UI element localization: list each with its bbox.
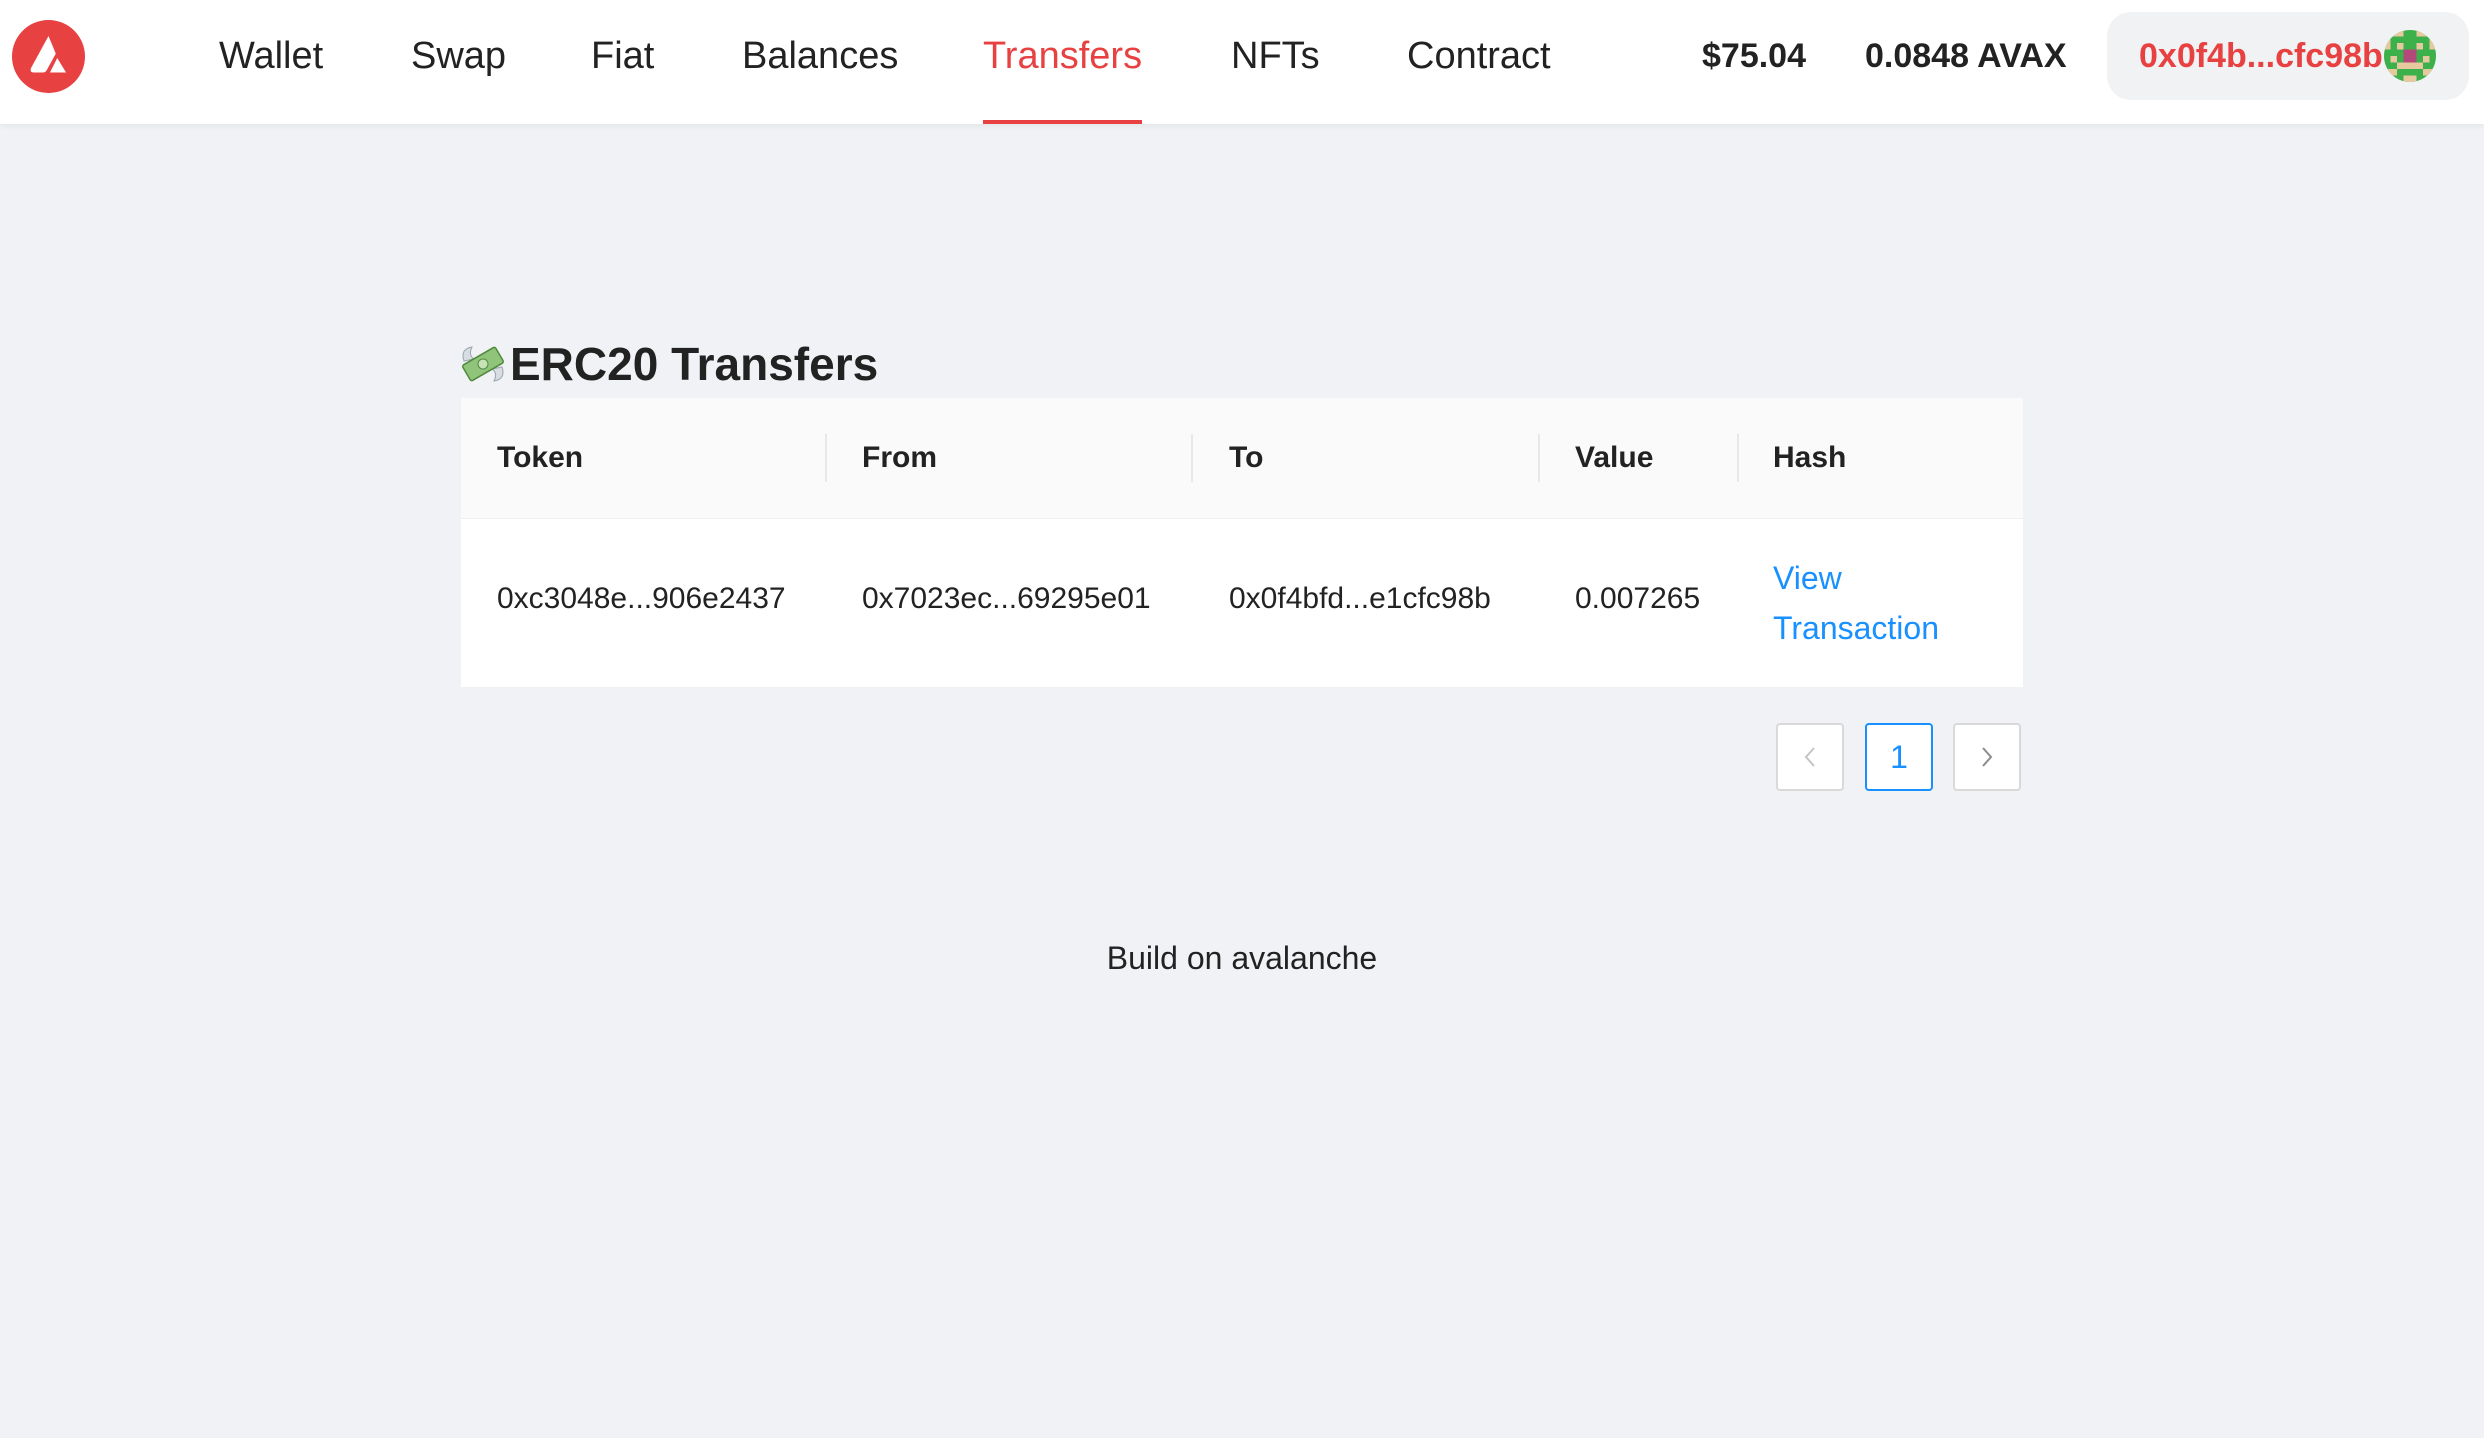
account-button[interactable]: 0x0f4b...cfc98b <box>2107 12 2469 100</box>
usd-balance: $75.04 <box>1702 37 1806 75</box>
avalanche-logo-icon[interactable] <box>12 20 85 93</box>
cell-value: 0.007265 <box>1575 582 1701 615</box>
nav-fiat[interactable]: Fiat <box>591 0 654 124</box>
top-header: Wallet Swap Fiat Balances Transfers NFTs… <box>0 0 2484 124</box>
transfers-table: Token From To Value Hash 0xc3048e...906e… <box>461 398 2023 687</box>
cell-to: 0x0f4bfd...e1cfc98b <box>1229 582 1491 615</box>
column-header-from: From <box>862 441 937 474</box>
column-header-hash: Hash <box>1773 441 1847 474</box>
footer-text: Build on avalanche <box>1106 940 1378 976</box>
table-row: 0xc3048e...906e2437 0x7023ec...69295e01 … <box>461 519 2023 687</box>
view-transaction-link-line2: Transaction <box>1773 610 1939 646</box>
column-divider <box>1191 434 1193 482</box>
avax-balance: 0.0848 AVAX <box>1865 37 2067 75</box>
pagination-page-1[interactable]: 1 <box>1865 723 1933 791</box>
column-divider <box>825 434 827 482</box>
section-title-text: ERC20 Transfers <box>510 338 879 390</box>
pagination-next-button[interactable] <box>1953 723 2021 791</box>
column-header-to: To <box>1229 441 1264 474</box>
chevron-left-icon <box>1804 747 1815 767</box>
view-transaction-link-line1: View <box>1773 560 1842 596</box>
column-header-value: Value <box>1575 441 1654 474</box>
chevron-right-icon <box>1982 747 1993 767</box>
column-divider <box>1737 434 1739 482</box>
cell-from: 0x7023ec...69295e01 <box>862 582 1151 615</box>
view-transaction-link[interactable]: View Transaction <box>1773 553 1973 653</box>
column-header-token: Token <box>497 441 584 474</box>
nav-swap[interactable]: Swap <box>411 0 506 124</box>
nav-transfers[interactable]: Transfers <box>983 0 1143 124</box>
column-divider <box>1538 434 1540 482</box>
nav-contract[interactable]: Contract <box>1407 0 1551 124</box>
pagination-page-number: 1 <box>1890 738 1908 775</box>
table-header: Token From To Value Hash <box>461 398 2023 519</box>
section-title: ERC20 Transfers <box>458 334 878 394</box>
identicon-avatar <box>2384 30 2436 82</box>
pagination-prev-button[interactable] <box>1776 723 1844 791</box>
money-with-wings-icon <box>462 346 504 382</box>
nav-balances[interactable]: Balances <box>742 0 898 124</box>
nav-nfts[interactable]: NFTs <box>1231 0 1320 124</box>
nav-wallet[interactable]: Wallet <box>219 0 323 124</box>
cell-token: 0xc3048e...906e2437 <box>497 582 786 615</box>
account-address: 0x0f4b...cfc98b <box>2139 37 2383 75</box>
